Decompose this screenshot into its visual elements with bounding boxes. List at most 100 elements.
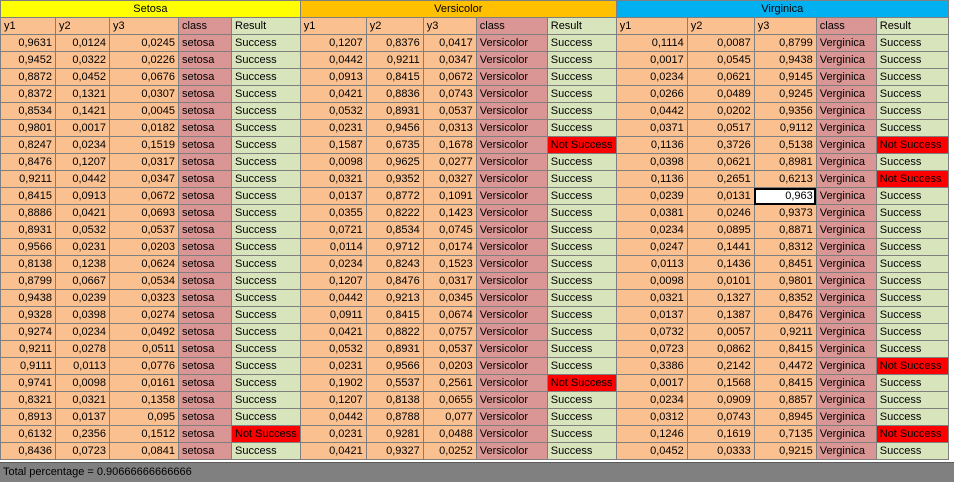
cell-setosa-y1[interactable]: 0,8913 [0, 408, 56, 426]
column-header-virginica-y2[interactable]: y2 [686, 17, 755, 35]
cell-virginica-result[interactable]: Success [875, 153, 949, 171]
cell-virginica-class[interactable]: Verginica [815, 238, 877, 256]
cell-setosa-y2[interactable]: 0,0234 [55, 323, 110, 341]
cell-virginica-y1[interactable]: 0,0239 [615, 187, 688, 205]
cell-setosa-y3[interactable]: 0,0182 [109, 119, 179, 137]
cell-setosa-y3[interactable]: 0,095 [109, 408, 179, 426]
cell-setosa-y2[interactable]: 0,0667 [55, 272, 110, 290]
cell-versicolor-result[interactable]: Success [546, 306, 617, 324]
cell-versicolor-result[interactable]: Success [546, 255, 617, 273]
cell-versicolor-class[interactable]: Versicolor [475, 187, 548, 205]
cell-setosa-class[interactable]: setosa [178, 306, 232, 324]
cell-setosa-y2[interactable]: 0,0113 [55, 357, 110, 375]
cell-versicolor-y3[interactable]: 0,0327 [422, 170, 477, 188]
cell-setosa-y2[interactable]: 0,0239 [55, 289, 110, 307]
cell-virginica-y2[interactable]: 0,0246 [686, 204, 755, 222]
cell-versicolor-y2[interactable]: 0,9352 [365, 170, 424, 188]
cell-setosa-class[interactable]: setosa [178, 51, 232, 69]
cell-versicolor-y3[interactable]: 0,0313 [422, 119, 477, 137]
cell-virginica-y1[interactable]: 0,0113 [615, 255, 688, 273]
cell-versicolor-result[interactable]: Success [546, 170, 617, 188]
cell-versicolor-result[interactable]: Not Success [546, 374, 617, 392]
cell-setosa-y1[interactable]: 0,8372 [0, 85, 56, 103]
cell-setosa-y1[interactable]: 0,8534 [0, 102, 56, 120]
cell-virginica-y1[interactable]: 0,0247 [615, 238, 688, 256]
cell-virginica-result[interactable]: Success [875, 119, 949, 137]
cell-virginica-result[interactable]: Success [875, 323, 949, 341]
cell-virginica-y1[interactable]: 0,0234 [615, 68, 688, 86]
cell-setosa-y1[interactable]: 0,8247 [0, 136, 56, 154]
cell-versicolor-result[interactable]: Success [546, 221, 617, 239]
cell-virginica-y3[interactable]: 0,8451 [753, 255, 817, 273]
cell-virginica-y1[interactable]: 0,0371 [615, 119, 688, 137]
cell-virginica-y2[interactable]: 0,0333 [686, 442, 755, 460]
cell-versicolor-result[interactable]: Success [546, 204, 617, 222]
cell-virginica-y3[interactable]: 0,9215 [753, 442, 817, 460]
cell-virginica-result[interactable]: Success [875, 102, 949, 120]
cell-virginica-y1[interactable]: 0,0398 [615, 153, 688, 171]
cell-versicolor-class[interactable]: Versicolor [475, 221, 548, 239]
cell-versicolor-class[interactable]: Versicolor [475, 170, 548, 188]
cell-virginica-y1[interactable]: 0,0234 [615, 391, 688, 409]
cell-versicolor-y3[interactable]: 0,0174 [422, 238, 477, 256]
cell-versicolor-y2[interactable]: 0,9566 [365, 357, 424, 375]
cell-versicolor-y1[interactable]: 0,0421 [299, 442, 367, 460]
cell-setosa-y1[interactable]: 0,8799 [0, 272, 56, 290]
cell-virginica-y3[interactable]: 0,9356 [753, 102, 817, 120]
cell-virginica-class[interactable]: Verginica [815, 374, 877, 392]
cell-setosa-result[interactable]: Success [231, 374, 301, 392]
cell-setosa-result[interactable]: Success [231, 187, 301, 205]
cell-versicolor-y3[interactable]: 0,0537 [422, 340, 477, 358]
cell-setosa-class[interactable]: setosa [178, 323, 232, 341]
cell-setosa-y3[interactable]: 0,0203 [109, 238, 179, 256]
cell-virginica-y2[interactable]: 0,0621 [686, 153, 755, 171]
cell-virginica-y3[interactable]: 0,8352 [753, 289, 817, 307]
cell-setosa-class[interactable]: setosa [178, 289, 232, 307]
cell-setosa-y3[interactable]: 0,0323 [109, 289, 179, 307]
cell-setosa-y2[interactable]: 0,0278 [55, 340, 110, 358]
cell-versicolor-y2[interactable]: 0,8836 [365, 85, 424, 103]
cell-versicolor-class[interactable]: Versicolor [475, 68, 548, 86]
cell-virginica-y1[interactable]: 0,0381 [615, 204, 688, 222]
cell-virginica-class[interactable]: Verginica [815, 119, 877, 137]
cell-virginica-result[interactable]: Success [875, 340, 949, 358]
column-header-virginica-result[interactable]: Result [875, 17, 949, 35]
cell-setosa-y3[interactable]: 0,0045 [109, 102, 179, 120]
cell-setosa-result[interactable]: Success [231, 34, 301, 52]
cell-versicolor-class[interactable]: Versicolor [475, 255, 548, 273]
cell-versicolor-y3[interactable]: 0,0345 [422, 289, 477, 307]
cell-setosa-y2[interactable]: 0,0234 [55, 136, 110, 154]
cell-setosa-class[interactable]: setosa [178, 408, 232, 426]
column-header-versicolor-y3[interactable]: y3 [422, 17, 477, 35]
cell-virginica-y2[interactable]: 0,0621 [686, 68, 755, 86]
cell-setosa-class[interactable]: setosa [178, 442, 232, 460]
cell-setosa-class[interactable]: setosa [178, 221, 232, 239]
cell-setosa-y1[interactable]: 0,8138 [0, 255, 56, 273]
cell-versicolor-result[interactable]: Success [546, 442, 617, 460]
cell-setosa-y1[interactable]: 0,8872 [0, 68, 56, 86]
cell-setosa-y1[interactable]: 0,8436 [0, 442, 56, 460]
column-header-versicolor-class[interactable]: class [475, 17, 548, 35]
cell-versicolor-class[interactable]: Versicolor [475, 408, 548, 426]
cell-virginica-y1[interactable]: 0,0312 [615, 408, 688, 426]
cell-setosa-y1[interactable]: 0,8931 [0, 221, 56, 239]
cell-setosa-y3[interactable]: 0,0317 [109, 153, 179, 171]
cell-versicolor-y2[interactable]: 0,8931 [365, 340, 424, 358]
cell-setosa-result[interactable]: Success [231, 204, 301, 222]
cell-setosa-class[interactable]: setosa [178, 204, 232, 222]
cell-virginica-y2[interactable]: 0,0057 [686, 323, 755, 341]
cell-versicolor-class[interactable]: Versicolor [475, 374, 548, 392]
column-header-virginica-y3[interactable]: y3 [753, 17, 817, 35]
cell-versicolor-class[interactable]: Versicolor [475, 323, 548, 341]
column-header-setosa-y1[interactable]: y1 [0, 17, 56, 35]
cell-setosa-class[interactable]: setosa [178, 153, 232, 171]
cell-versicolor-result[interactable]: Success [546, 102, 617, 120]
cell-versicolor-result[interactable]: Not Success [546, 136, 617, 154]
cell-versicolor-y1[interactable]: 0,0114 [299, 238, 367, 256]
cell-setosa-y3[interactable]: 0,0161 [109, 374, 179, 392]
cell-versicolor-class[interactable]: Versicolor [475, 153, 548, 171]
cell-versicolor-y3[interactable]: 0,1423 [422, 204, 477, 222]
cell-setosa-result[interactable]: Success [231, 340, 301, 358]
cell-setosa-y1[interactable]: 0,6132 [0, 425, 56, 443]
cell-virginica-y2[interactable]: 0,2142 [686, 357, 755, 375]
